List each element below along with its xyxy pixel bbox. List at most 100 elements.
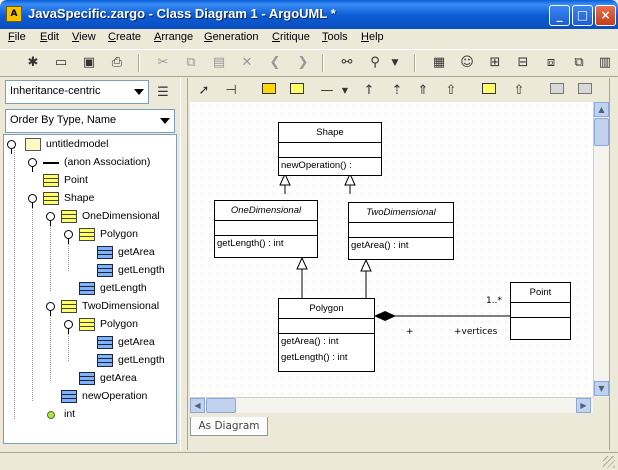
operation-icon <box>79 372 95 385</box>
navigate-forward-icon[interactable]: ❯ <box>292 52 314 74</box>
operation-icon <box>79 282 95 295</box>
tree-toggle-icon[interactable] <box>64 320 73 334</box>
tree-toggle-icon[interactable] <box>64 230 73 244</box>
scroll-left-icon[interactable]: ◀ <box>190 398 205 413</box>
class-diagram-canvas[interactable]: Shape newOperation() : OneDimensional ge… <box>190 102 593 397</box>
paste-icon[interactable]: ▤ <box>208 52 230 74</box>
argouml-app-icon[interactable]: A <box>6 6 22 22</box>
tree-toggle-icon[interactable] <box>28 158 37 172</box>
menu-create[interactable]: Create <box>108 31 141 43</box>
new-activity-diagram-icon[interactable]: ⊟ <box>512 52 534 74</box>
new-statechart-diagram-icon[interactable]: ⊞ <box>484 52 506 74</box>
scroll-down-icon[interactable]: ▼ <box>594 381 609 396</box>
new-class-diagram-icon[interactable]: ▦ <box>428 52 450 74</box>
realization-tool-icon[interactable]: ⇧ <box>440 80 462 102</box>
tree-guide-line <box>14 147 15 419</box>
class-polygon[interactable]: Polygon getArea() : int getLength() : in… <box>278 298 375 372</box>
scroll-thumb[interactable] <box>594 118 609 146</box>
new-sequence-diagram-icon[interactable]: ▥ <box>594 52 616 74</box>
navigate-back-icon[interactable]: ❮ <box>264 52 286 74</box>
association-multiplicity[interactable]: 1..* <box>486 296 502 306</box>
new-usecase-diagram-icon[interactable]: ☺ <box>456 52 478 74</box>
diagram-vertical-scrollbar[interactable]: ▲ ▼ <box>593 102 609 397</box>
menu-file[interactable]: File <box>8 31 26 43</box>
copy-icon[interactable]: ⧉ <box>180 52 202 74</box>
attribute-compartment <box>279 143 381 158</box>
abstraction-tool-icon[interactable]: ⇑ <box>412 80 434 102</box>
tab-as-diagram[interactable]: As Diagram <box>190 417 268 436</box>
dependency-tool-icon[interactable]: ↑ <box>358 80 380 102</box>
title-bar[interactable]: A JavaSpecific.zargo - Class Diagram 1 -… <box>0 0 618 29</box>
operation-icon <box>97 354 113 367</box>
interface-tool-icon[interactable] <box>478 80 500 102</box>
perspective-select[interactable]: Inheritance-centric <box>5 80 149 104</box>
print-icon[interactable]: ⎙ <box>106 52 128 74</box>
status-bar <box>0 452 618 470</box>
menu-arrange[interactable]: Arrange <box>154 31 193 43</box>
class-icon <box>61 210 77 223</box>
association-icon <box>43 162 59 164</box>
operation-icon <box>97 246 113 259</box>
tree-toggle-icon[interactable] <box>7 140 16 154</box>
operation-tool-icon[interactable] <box>574 80 596 102</box>
perspective-value: Inheritance-centric <box>10 85 101 97</box>
class-point[interactable]: Point <box>510 282 571 340</box>
scroll-up-icon[interactable]: ▲ <box>594 102 609 117</box>
generalization-arrowhead <box>296 256 308 270</box>
class-onedimensional[interactable]: OneDimensional getLength() : int <box>214 200 318 258</box>
class-shape[interactable]: Shape newOperation() : <box>278 122 382 176</box>
menu-critique[interactable]: Critique <box>272 31 310 43</box>
association-dropdown-icon[interactable]: ▼ <box>334 80 356 102</box>
package-tool-icon[interactable] <box>258 80 280 102</box>
interface-realization-tool-icon[interactable]: ⇧ <box>508 80 530 102</box>
generalization-tool-icon[interactable]: ⇡ <box>386 80 408 102</box>
menu-generation[interactable]: Generation <box>204 31 258 43</box>
attribute-tool-icon[interactable] <box>546 80 568 102</box>
broom-tool-icon[interactable]: ⊣ <box>220 80 242 102</box>
maximize-button[interactable]: □ <box>572 5 593 26</box>
configure-perspectives-icon[interactable]: ☰ <box>152 82 174 104</box>
order-value: Order By Type, Name <box>10 114 117 126</box>
order-select[interactable]: Order By Type, Name <box>5 109 175 133</box>
pane-splitter[interactable] <box>180 78 188 450</box>
tree-toggle-icon[interactable] <box>28 194 37 208</box>
new-project-icon[interactable]: ✱ <box>22 52 44 74</box>
new-collaboration-diagram-icon[interactable]: ⧈ <box>540 52 562 74</box>
class-twodimensional[interactable]: TwoDimensional getArea() : int <box>348 202 454 260</box>
class-icon <box>43 174 59 187</box>
class-icon <box>61 300 77 313</box>
operation-icon <box>97 264 113 277</box>
class-tool-icon[interactable] <box>286 80 308 102</box>
model-icon <box>25 138 41 151</box>
tree-toggle-icon[interactable] <box>46 302 55 316</box>
scroll-thumb[interactable] <box>206 398 236 413</box>
scroll-right-icon[interactable]: ▶ <box>576 398 591 413</box>
menu-edit[interactable]: Edit <box>40 31 59 43</box>
main-toolbar: ✱ ▭ ▣ ⎙ ✂ ⧉ ▤ ✕ ❮ ❯ ⚯ ⚲ ▼ ▦ ☺ ⊞ ⊟ ⧈ ⧉ ▥ <box>0 49 618 77</box>
new-deployment-diagram-icon[interactable]: ⧉ <box>568 52 590 74</box>
diagram-horizontal-scrollbar[interactable]: ◀ ▶ <box>190 397 593 413</box>
select-tool-icon[interactable]: ➚ <box>193 80 215 102</box>
association-role-label[interactable]: +vertices <box>454 327 497 337</box>
toolbar-separator <box>322 54 324 72</box>
toolbar-separator <box>138 54 140 72</box>
minimize-button[interactable]: _ <box>549 5 570 26</box>
tree-toggle-icon[interactable] <box>46 212 55 226</box>
delete-icon[interactable]: ✕ <box>236 52 258 74</box>
diagram-toolbar: ➚ ⊣ — ▼ ↑ ⇡ ⇑ ⇧ ⇧ <box>190 80 608 102</box>
menu-view[interactable]: View <box>72 31 96 43</box>
zoom-icon[interactable]: ⚲ <box>364 52 386 74</box>
explorer-tree[interactable]: untitledmodel (anon Association) Point S… <box>3 134 177 444</box>
class-icon <box>43 192 59 205</box>
generalization-arrowhead <box>360 258 372 272</box>
zoom-dropdown-icon[interactable]: ▼ <box>384 52 406 74</box>
close-button[interactable]: × <box>595 5 616 26</box>
cut-icon[interactable]: ✂ <box>152 52 174 74</box>
menu-tools[interactable]: Tools <box>322 31 348 43</box>
resize-grip-icon[interactable] <box>603 456 615 468</box>
association-end-label[interactable]: + <box>406 327 414 337</box>
open-project-icon[interactable]: ▭ <box>50 52 72 74</box>
save-project-icon[interactable]: ▣ <box>78 52 100 74</box>
find-icon[interactable]: ⚯ <box>336 52 358 74</box>
menu-help[interactable]: Help <box>361 31 384 43</box>
